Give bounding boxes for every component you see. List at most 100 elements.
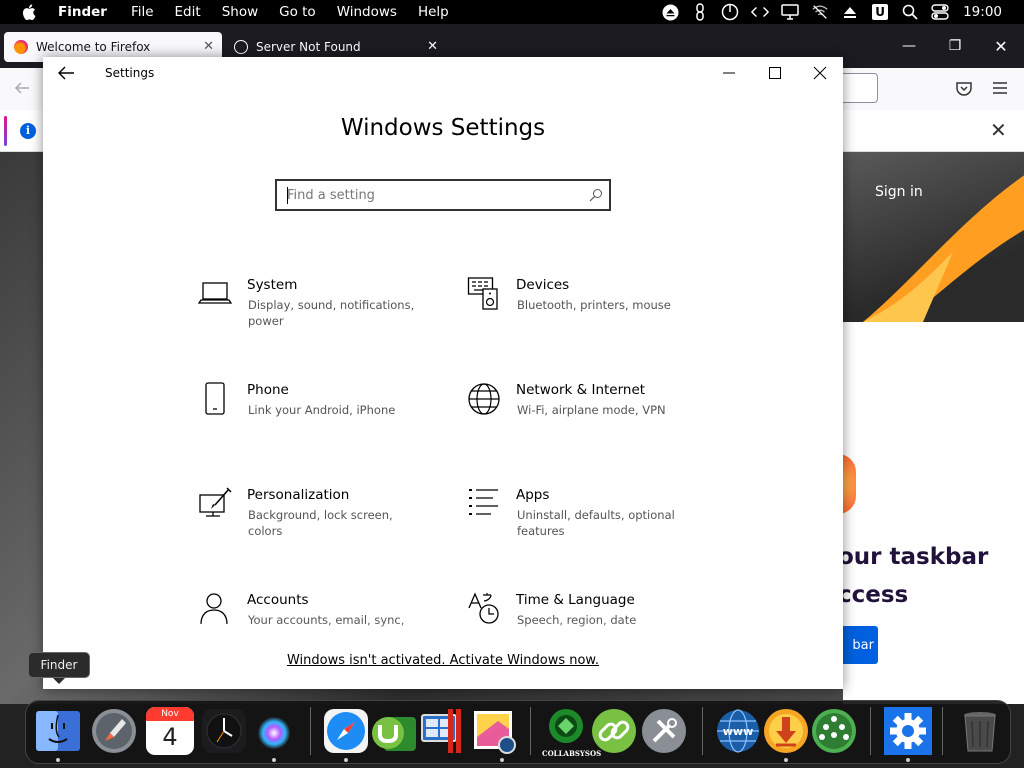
u-badge-status-icon[interactable]: U xyxy=(871,3,889,21)
firefox-window-controls: — ❐ ✕ xyxy=(886,24,1024,68)
eject-status-icon[interactable] xyxy=(661,3,679,21)
person-icon xyxy=(200,593,228,625)
settings-title-bar[interactable]: Settings xyxy=(43,57,843,89)
scroll-fade xyxy=(43,622,843,642)
hero-headline-line1: our taskbar xyxy=(838,544,989,570)
dock-separator xyxy=(530,707,531,755)
svg-text:www: www xyxy=(723,725,754,738)
calendar-day: 4 xyxy=(162,723,178,751)
siri-icon[interactable] xyxy=(250,707,298,755)
minimize-icon[interactable] xyxy=(721,65,737,81)
trash-icon[interactable] xyxy=(956,707,1004,755)
eject-outline-status-icon[interactable] xyxy=(841,3,859,21)
back-arrow-icon[interactable] xyxy=(14,80,30,96)
settings-window: Settings Windows Settings System Display… xyxy=(43,57,843,689)
dock-separator xyxy=(870,707,871,755)
tools-icon[interactable] xyxy=(640,707,688,755)
tile-name: System xyxy=(247,277,298,293)
running-indicator xyxy=(500,758,504,762)
minimize-icon[interactable]: — xyxy=(886,38,932,54)
phone-icon xyxy=(205,382,225,415)
dock-separator xyxy=(702,707,703,755)
collabsysos-icon[interactable]: COLLABSYSOS xyxy=(542,707,601,758)
menubar-clock[interactable]: 19:00 xyxy=(963,4,1002,20)
running-indicator xyxy=(784,758,788,762)
menu-app-finder[interactable]: Finder xyxy=(58,4,107,20)
settings-tile-network[interactable]: Network & Internet Wi-Fi, airplane mode,… xyxy=(467,382,717,452)
sign-in-link[interactable]: Sign in xyxy=(875,184,923,200)
dock-tooltip: Finder xyxy=(28,652,90,684)
dock-separator xyxy=(942,707,943,755)
preview-icon[interactable] xyxy=(470,707,518,755)
tile-name: Devices xyxy=(516,277,570,293)
settings-tile-devices[interactable]: Devices Bluetooth, printers, mouse xyxy=(467,277,717,347)
restore-icon[interactable]: ❐ xyxy=(932,38,978,54)
tile-description: Link your Android, iPhone xyxy=(248,403,396,417)
parallels-icon[interactable] xyxy=(418,707,466,755)
tab-close-icon[interactable]: ✕ xyxy=(203,39,214,54)
activate-windows-link[interactable]: Windows isn't activated. Activate Window… xyxy=(43,653,843,668)
running-indicator xyxy=(344,758,348,762)
pin-to-taskbar-button[interactable]: bar xyxy=(838,626,878,664)
menu-go-to[interactable]: Go to xyxy=(279,4,316,20)
running-indicator xyxy=(56,758,60,762)
notice-close-icon[interactable]: ✕ xyxy=(990,118,1007,142)
safari-icon[interactable] xyxy=(322,707,370,755)
utorrent-icon[interactable] xyxy=(370,707,418,755)
apple-logo-icon[interactable] xyxy=(22,4,36,20)
settings-gear-icon[interactable] xyxy=(884,707,932,755)
menu-bar: Finder File Edit Show Go to Windows Help… xyxy=(0,0,1024,24)
calendar-icon[interactable]: Nov 4 xyxy=(146,707,194,755)
link-chain-icon[interactable] xyxy=(590,707,638,755)
hero-headline-line2: ccess xyxy=(838,582,909,608)
globe-icon xyxy=(234,40,248,54)
tab-close-icon[interactable]: ✕ xyxy=(427,39,438,54)
menu-show[interactable]: Show xyxy=(222,4,258,20)
search-input[interactable] xyxy=(287,186,577,204)
pocket-icon[interactable] xyxy=(955,80,973,98)
tile-name: Apps xyxy=(516,487,550,503)
search-icon[interactable] xyxy=(589,188,603,202)
web-globe-icon[interactable]: www xyxy=(714,707,762,755)
network-people-icon[interactable] xyxy=(810,707,858,755)
settings-tile-apps[interactable]: Apps Uninstall, defaults, optional featu… xyxy=(467,487,717,557)
menu-help[interactable]: Help xyxy=(418,4,449,20)
display-status-icon[interactable] xyxy=(781,3,799,21)
calendar-month: Nov xyxy=(146,707,194,721)
settings-tile-personalization[interactable]: Personalization Background, lock screen,… xyxy=(198,487,448,557)
laptop-icon xyxy=(198,282,232,304)
code-status-icon[interactable] xyxy=(751,3,770,21)
download-arrow-icon[interactable] xyxy=(762,707,810,755)
link-status-icon[interactable] xyxy=(691,3,709,21)
notice-accent-bar xyxy=(4,116,7,146)
power-status-icon[interactable] xyxy=(721,3,739,21)
firefox-logo-icon xyxy=(14,40,28,54)
wifi-off-status-icon[interactable] xyxy=(811,3,829,21)
close-icon[interactable]: ✕ xyxy=(978,37,1024,56)
running-indicator xyxy=(906,758,910,762)
info-icon: i xyxy=(20,123,36,139)
maximize-icon[interactable] xyxy=(767,65,783,81)
hamburger-menu-icon[interactable] xyxy=(992,80,1008,96)
menu-windows[interactable]: Windows xyxy=(337,4,397,20)
globe-icon xyxy=(468,383,500,415)
settings-tile-phone[interactable]: Phone Link your Android, iPhone xyxy=(198,382,448,452)
menu-edit[interactable]: Edit xyxy=(175,4,201,20)
search-icon[interactable] xyxy=(901,3,919,21)
search-box[interactable] xyxy=(275,179,611,211)
control-center-icon[interactable] xyxy=(931,3,949,21)
settings-tile-system[interactable]: System Display, sound, notifications, po… xyxy=(198,277,448,347)
finder-icon[interactable] xyxy=(34,707,82,755)
launchpad-icon[interactable] xyxy=(90,707,138,755)
close-icon[interactable] xyxy=(812,65,828,81)
menu-file[interactable]: File xyxy=(131,4,154,20)
orange-swoosh-graphic xyxy=(863,175,1024,322)
tile-description: Display, sound, notifications, power xyxy=(248,298,415,328)
tile-name: Accounts xyxy=(247,592,309,608)
collabsysos-label: COLLABSYSOS xyxy=(542,749,602,758)
paintbrush-icon xyxy=(199,487,232,517)
hero-panel xyxy=(843,152,1024,704)
clock-icon[interactable] xyxy=(200,707,248,755)
settings-window-title: Settings xyxy=(105,66,155,80)
back-arrow-icon[interactable] xyxy=(57,65,75,81)
